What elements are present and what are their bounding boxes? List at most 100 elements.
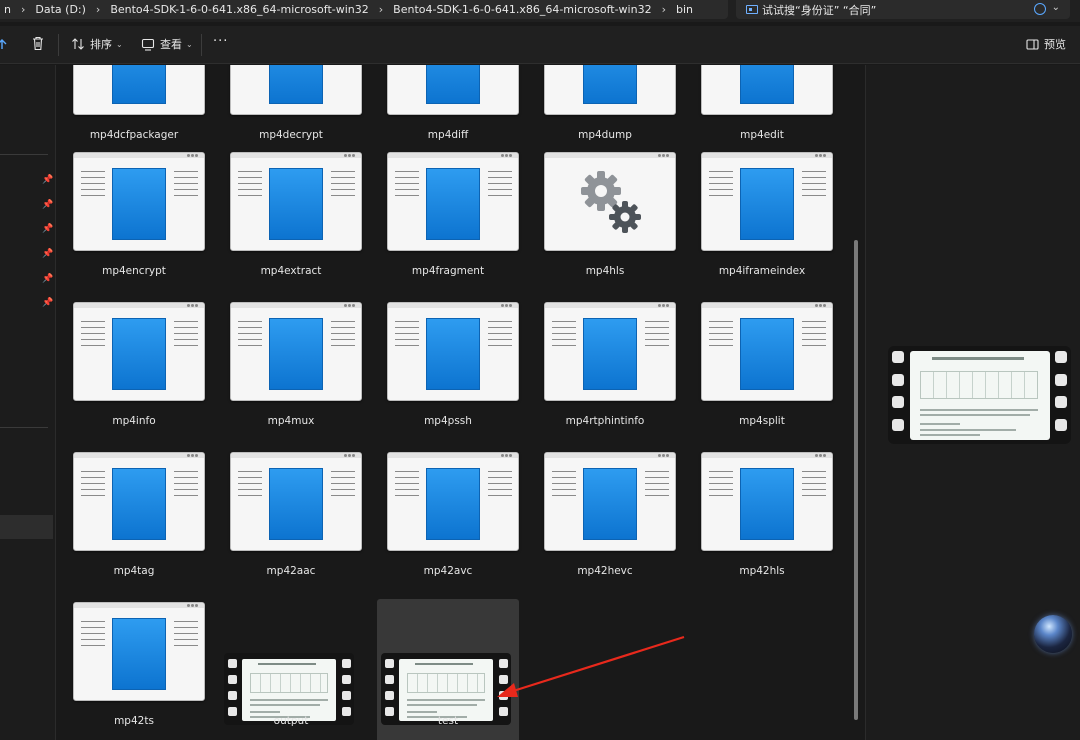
file-item[interactable]: mp4edit xyxy=(691,65,833,161)
search-input[interactable]: 试试搜“身份证” “合同” xyxy=(762,2,876,18)
file-item[interactable]: mp4decrypt xyxy=(220,65,362,161)
window-controls-icon xyxy=(500,154,514,157)
window-controls-icon xyxy=(343,304,357,307)
breadcrumb-segment[interactable]: Bento4-SDK-1-6-0-641.x86_64-microsoft-wi… xyxy=(389,3,655,16)
gear-icon xyxy=(581,171,641,233)
file-item[interactable]: mp4extract xyxy=(220,149,362,297)
file-item[interactable]: mp4pssh xyxy=(377,299,519,447)
file-item[interactable]: mp4iframeindex xyxy=(691,149,833,297)
window-controls-icon xyxy=(657,154,671,157)
breadcrumb-segment[interactable]: Data (D:) xyxy=(31,3,90,16)
file-item[interactable]: mp4encrypt xyxy=(63,149,205,297)
sort-button[interactable]: 排序 ⌄ xyxy=(71,36,123,52)
pin-icon[interactable]: 📌 xyxy=(42,298,53,308)
file-item[interactable]: mp42aac xyxy=(220,449,362,597)
floating-assistant-orb[interactable] xyxy=(1034,615,1072,653)
app-window-icon xyxy=(269,65,323,104)
app-window-icon xyxy=(269,318,323,390)
pin-icon[interactable]: 📌 xyxy=(42,175,53,185)
share-icon[interactable] xyxy=(0,36,8,50)
file-item[interactable]: mp4dump xyxy=(534,65,676,161)
preview-pane-button[interactable]: 预览 xyxy=(1026,36,1066,52)
file-item[interactable]: mp4info xyxy=(63,299,205,447)
app-window-icon xyxy=(740,65,794,104)
chevron-right-icon[interactable]: › xyxy=(90,3,106,16)
film-hole xyxy=(228,691,237,700)
chevron-right-icon[interactable]: › xyxy=(373,3,389,16)
icon-text-lines xyxy=(238,321,262,351)
window-controls-icon xyxy=(186,154,200,157)
executable-icon xyxy=(73,152,205,251)
executable-icon xyxy=(544,302,676,401)
film-hole xyxy=(892,374,904,386)
pin-icon[interactable]: 📌 xyxy=(42,249,53,259)
preview-pane-icon xyxy=(1026,38,1039,50)
file-item[interactable]: mp4tag xyxy=(63,449,205,597)
sort-label: 排序 xyxy=(90,38,112,51)
chevron-right-icon[interactable]: › xyxy=(656,3,672,16)
file-name-label: mp42aac xyxy=(266,565,316,577)
film-hole xyxy=(1055,374,1067,386)
chevron-down-icon[interactable]: ⌄ xyxy=(1052,2,1060,13)
icon-text-lines xyxy=(395,171,419,201)
file-item[interactable]: mp4hls xyxy=(534,149,676,297)
address-bar[interactable]: n › Data (D:) › Bento4-SDK-1-6-0-641.x86_64-… xyxy=(0,0,728,19)
file-name-label: mp4info xyxy=(112,415,156,427)
window-controls-icon xyxy=(186,604,200,607)
icon-text-lines xyxy=(331,471,355,501)
navigation-pane[interactable]: 📌 📌 📌 📌 📌 📌 xyxy=(0,65,56,740)
video-frame xyxy=(910,351,1050,440)
app-window-icon xyxy=(426,65,480,104)
window-controls-icon xyxy=(186,304,200,307)
film-hole xyxy=(342,675,351,684)
pin-icon[interactable]: 📌 xyxy=(42,274,53,284)
nav-selected-item[interactable] xyxy=(0,515,53,539)
breadcrumb-segment[interactable]: bin xyxy=(672,3,697,16)
icon-text-lines xyxy=(802,321,826,351)
file-name-label: mp4diff xyxy=(427,129,469,141)
breadcrumb-truncated[interactable]: n xyxy=(0,3,15,16)
file-item[interactable]: test xyxy=(377,599,519,740)
window-controls-icon xyxy=(500,454,514,457)
pin-icon[interactable]: 📌 xyxy=(42,224,53,234)
icon-titlebar xyxy=(702,453,832,458)
frame-text-line xyxy=(407,699,485,701)
icon-titlebar xyxy=(231,303,361,308)
film-hole xyxy=(892,419,904,431)
file-item[interactable]: mp4diff xyxy=(377,65,519,161)
file-item[interactable]: mp4rtphintinfo xyxy=(534,299,676,447)
command-bar: 排序 ⌄ 查看 ⌄ ··· 预览 xyxy=(0,26,1080,64)
file-item[interactable]: mp4mux xyxy=(220,299,362,447)
icon-text-lines xyxy=(395,321,419,351)
file-item[interactable]: mp42hevc xyxy=(534,449,676,597)
file-item[interactable]: mp4split xyxy=(691,299,833,447)
executable-icon xyxy=(230,152,362,251)
file-name-label: mp4hls xyxy=(585,265,625,277)
search-box[interactable]: 试试搜“身份证” “合同” ⌄ xyxy=(736,0,1070,19)
icon-text-lines xyxy=(488,321,512,351)
id-card-icon xyxy=(746,5,758,14)
icon-text-lines xyxy=(174,471,198,501)
breadcrumb-segment[interactable]: Bento4-SDK-1-6-0-641.x86_64-microsoft-wi… xyxy=(106,3,372,16)
file-item[interactable]: mp42avc xyxy=(377,449,519,597)
file-name-label: mp4dump xyxy=(578,129,632,141)
file-explorer-window: n › Data (D:) › Bento4-SDK-1-6-0-641.x86_64-… xyxy=(0,0,1080,740)
delete-button[interactable] xyxy=(31,36,45,51)
chevron-right-icon[interactable]: › xyxy=(15,3,31,16)
file-list[interactable]: mp4dcfpackager mp4decrypt mp4diff mp4dump mp… xyxy=(56,65,864,740)
file-item[interactable]: mp4fragment xyxy=(377,149,519,297)
pin-icon[interactable]: 📌 xyxy=(42,200,53,210)
frame-text-line xyxy=(250,699,328,701)
copilot-icon[interactable] xyxy=(1034,3,1046,15)
icon-text-lines xyxy=(331,321,355,351)
vertical-scrollbar[interactable] xyxy=(854,240,858,720)
file-item[interactable]: mp4dcfpackager xyxy=(63,65,205,161)
file-item[interactable]: mp42hls xyxy=(691,449,833,597)
app-window-icon xyxy=(112,65,166,104)
file-item[interactable]: output xyxy=(220,599,362,740)
more-options-button[interactable]: ··· xyxy=(213,34,228,49)
executable-icon xyxy=(230,65,362,115)
file-item[interactable]: mp42ts xyxy=(63,599,205,740)
view-button[interactable]: 查看 ⌄ xyxy=(141,36,193,52)
executable-icon xyxy=(544,65,676,115)
